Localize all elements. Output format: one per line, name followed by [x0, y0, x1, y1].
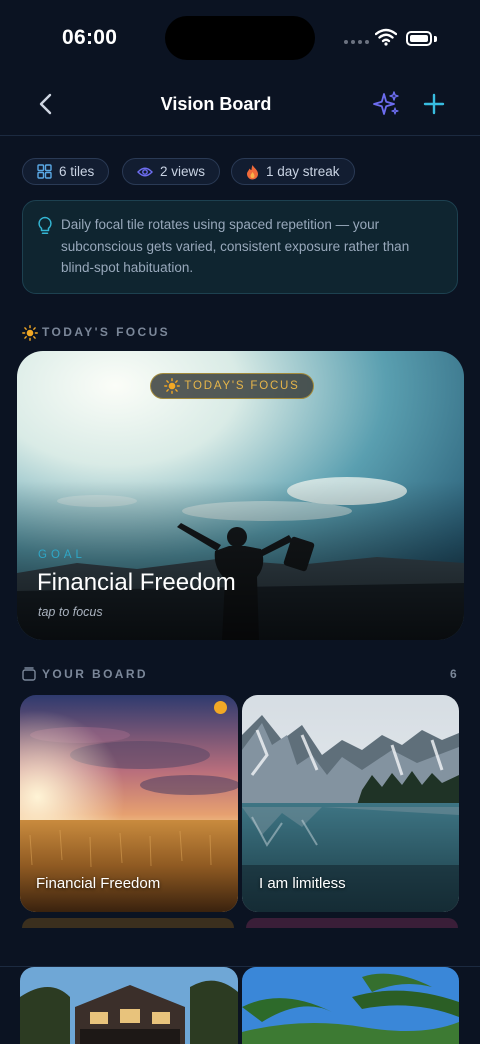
tile-label: Financial Freedom — [36, 875, 161, 892]
focus-badge: TODAY'S FOCUS — [150, 373, 314, 399]
board-section-title: YOUR BOARD — [42, 667, 149, 681]
tip-text: Daily focal tile rotates using spaced re… — [61, 217, 410, 275]
tiles-count-chip: 6 tiles — [22, 158, 110, 185]
views-count-label: 2 views — [160, 164, 206, 179]
status-time: 06:00 — [62, 26, 118, 49]
board-tile-house[interactable] — [20, 967, 238, 1044]
battery-tip — [434, 36, 437, 42]
header-divider — [0, 135, 480, 136]
streak-label: 1 day streak — [266, 164, 340, 179]
hero-title: Financial Freedom — [37, 569, 236, 596]
board-tile-palm[interactable] — [242, 967, 459, 1044]
board-tile-peek — [246, 918, 458, 928]
wifi-icon — [375, 28, 397, 46]
focus-indicator-dot — [214, 701, 227, 714]
views-count-chip: 2 views — [122, 158, 221, 185]
sparkles-icon[interactable] — [372, 90, 400, 118]
battery-icon — [406, 31, 432, 46]
grid-icon — [37, 164, 52, 179]
board-tile-count: 6 — [450, 667, 457, 681]
tile-image-palm — [242, 967, 459, 1044]
lightbulb-icon — [38, 216, 52, 234]
flame-icon — [247, 164, 258, 179]
tile-image-house — [20, 967, 238, 1044]
board-tile-peek — [22, 918, 234, 928]
hero-hint: tap to focus — [38, 605, 103, 619]
sun-icon — [164, 378, 181, 394]
eye-icon — [137, 167, 153, 176]
tiles-count-label: 6 tiles — [59, 164, 95, 179]
signal-icon — [344, 40, 370, 46]
focus-badge-label: TODAY'S FOCUS — [184, 380, 300, 392]
plus-icon[interactable] — [422, 92, 446, 116]
hero-kind-label: GOAL — [38, 549, 86, 561]
dynamic-island — [165, 16, 315, 60]
board-icon — [22, 667, 36, 681]
page-title: Vision Board — [160, 94, 272, 114]
sun-icon — [22, 325, 38, 341]
tile-label: I am limitless — [259, 875, 346, 892]
focus-section-title: TODAY'S FOCUS — [42, 325, 171, 339]
streak-chip: 1 day streak — [231, 158, 355, 185]
